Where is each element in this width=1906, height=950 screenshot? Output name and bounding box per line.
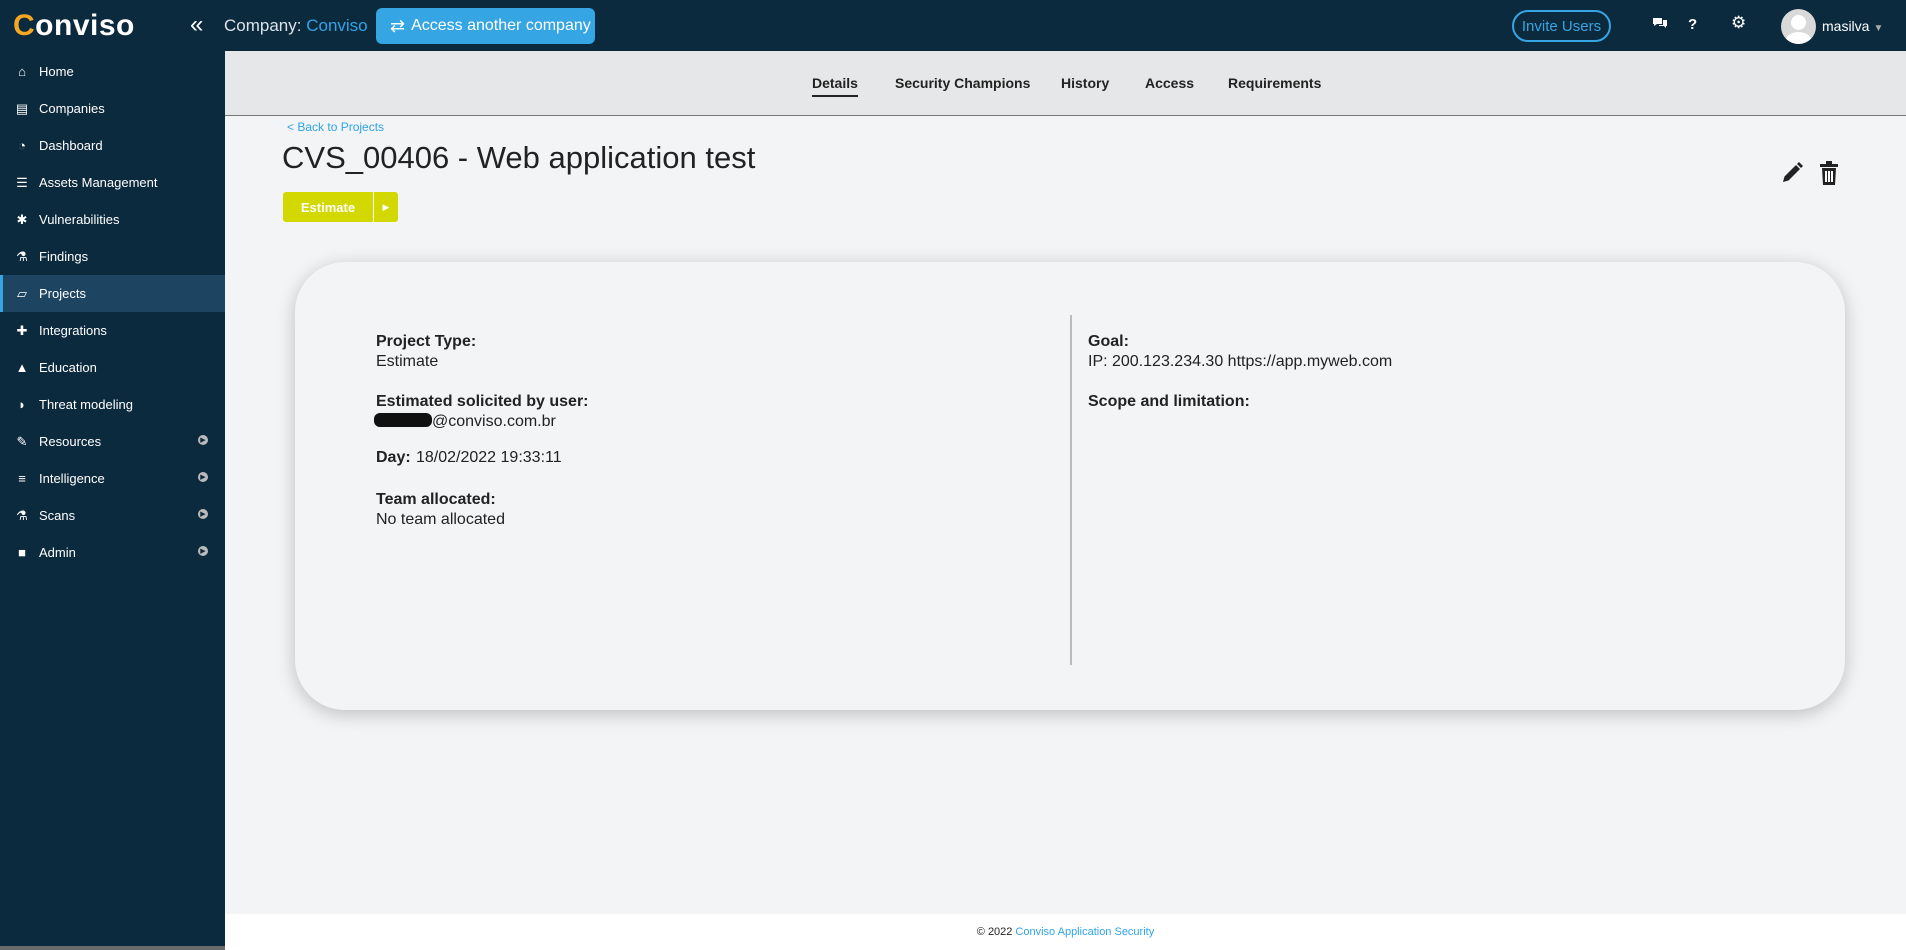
sidebar-item-label: Threat modeling (39, 397, 133, 412)
redacted-username (374, 413, 432, 427)
chevron-down-icon: ▼ (1873, 23, 1884, 34)
tab-history[interactable]: History (1061, 75, 1109, 91)
solicited-by-value: @conviso.com.br (374, 413, 556, 431)
sidebar-item-home[interactable]: ⌂ Home (0, 53, 225, 90)
top-bar: Conviso « Company: Conviso ⇄ Access anot… (0, 0, 1906, 51)
sidebar-item-dashboard[interactable]: ◔ Dashboard (0, 127, 225, 164)
sidebar-item-label: Resources (39, 434, 102, 449)
sidebar-item-scans[interactable]: ⚗ Scans ▶ (0, 497, 225, 534)
expand-arrow-icon[interactable]: ▶ (198, 546, 208, 556)
team-allocated-label: Team allocated: (376, 491, 496, 508)
goal-label: Goal: (1088, 333, 1129, 350)
project-type-value: Estimate (376, 353, 439, 370)
sidebar-item-intelligence[interactable]: ≡ Intelligence ▶ (0, 460, 225, 497)
tab-security-champions[interactable]: Security Champions (895, 75, 1030, 91)
footer-link[interactable]: Conviso Application Security (1015, 926, 1154, 938)
invite-users-button[interactable]: Invite Users (1512, 10, 1611, 42)
column-divider (1070, 315, 1072, 665)
sidebar-item-label: Dashboard (39, 138, 103, 153)
sidebar-item-label: Projects (39, 286, 86, 301)
tab-bar: Details Security Champions History Acces… (225, 51, 1906, 116)
sidebar-item-assets-management[interactable]: ☰ Assets Management (0, 164, 225, 201)
sidebar-item-resources[interactable]: ✎ Resources ▶ (0, 423, 225, 460)
team-allocated-value: No team allocated (376, 511, 505, 528)
tab-details[interactable]: Details (812, 75, 858, 97)
solicited-email-domain: @conviso.com.br (432, 413, 556, 430)
flask-icon: ⚗ (16, 507, 28, 523)
edit-icon[interactable] (1780, 161, 1804, 185)
help-icon[interactable]: ? (1688, 16, 1697, 33)
footer: © 2022 Conviso Application Security (225, 914, 1906, 950)
wrench-icon: ✎ (16, 433, 28, 449)
bottom-strip (0, 946, 225, 950)
settings-icon[interactable]: ⚙ (1731, 13, 1746, 33)
tab-requirements[interactable]: Requirements (1228, 75, 1321, 91)
sidebar-item-findings[interactable]: ⚗ Findings (0, 238, 225, 275)
user-menu[interactable]: masilva ▼ (1822, 18, 1883, 34)
sidebar-item-integrations[interactable]: ✚ Integrations (0, 312, 225, 349)
sidebar-item-threat-modeling[interactable]: ◗ Threat modeling (0, 386, 225, 423)
sidebar-item-label: Integrations (39, 323, 107, 338)
company-indicator: Company: Conviso (224, 16, 368, 36)
building-icon: ▤ (15, 100, 29, 116)
sidebar-item-label: Vulnerabilities (39, 212, 120, 227)
avatar[interactable] (1781, 9, 1816, 44)
conviso-logo[interactable]: Conviso (13, 9, 135, 43)
day-label: Day: (376, 449, 411, 466)
sidebar-item-label: Intelligence (39, 471, 105, 486)
sidebar-item-projects[interactable]: ▱ Projects (0, 275, 225, 312)
tab-access[interactable]: Access (1145, 75, 1194, 91)
estimate-button[interactable]: Estimate (283, 192, 373, 222)
scope-label: Scope and limitation: (1088, 393, 1250, 410)
day-value: 18/02/2022 19:33:11 (416, 449, 562, 466)
bug-icon: ✱ (16, 211, 28, 227)
sidebar-item-label: Admin (39, 545, 76, 560)
caret-right-icon: ▶ (382, 201, 390, 212)
project-type-label: Project Type: (376, 333, 477, 350)
access-another-company-button[interactable]: ⇄ Access another company (376, 8, 595, 44)
sidebar-item-education[interactable]: ▲ Education (0, 349, 225, 386)
flask-icon: ⚗ (16, 248, 28, 264)
server-icon: ☰ (16, 174, 28, 190)
puzzle-icon: ✚ (16, 322, 28, 338)
solicited-by-label: Estimated solicited by user: (376, 393, 589, 410)
expand-arrow-icon[interactable]: ▶ (198, 435, 208, 445)
swap-icon: ⇄ (390, 15, 406, 36)
sidebar-item-label: Education (39, 360, 97, 375)
back-to-projects-link[interactable]: < Back to Projects (287, 120, 384, 134)
company-label: Company: (224, 16, 302, 35)
access-button-label: Access another company (411, 17, 591, 34)
expand-arrow-icon[interactable]: ▶ (198, 472, 208, 482)
sidebar-item-label: Scans (39, 508, 76, 523)
briefcase-icon: ■ (18, 545, 26, 560)
home-icon: ⌂ (18, 64, 26, 79)
dashboard-icon: ◔ (18, 138, 26, 153)
sidebar-item-label: Companies (39, 101, 105, 116)
folder-icon: ▱ (17, 285, 27, 301)
sidebar-item-admin[interactable]: ■ Admin ▶ (0, 534, 225, 571)
username-label: masilva (1822, 18, 1870, 34)
status-split-button: Estimate ▶ (283, 192, 398, 222)
sidebar-item-label: Findings (39, 249, 89, 264)
chat-icon[interactable] (1652, 16, 1668, 35)
shield-icon: ◗ (18, 397, 26, 412)
database-icon: ≡ (18, 471, 26, 486)
trash-icon[interactable] (1818, 161, 1840, 185)
sidebar-item-label: Assets Management (39, 175, 158, 190)
sidebar: ⌂ Home ▤ Companies ◔ Dashboard ☰ Assets Managem… (0, 51, 225, 950)
graduation-icon: ▲ (15, 360, 29, 375)
sidebar-item-companies[interactable]: ▤ Companies (0, 90, 225, 127)
collapse-icon[interactable]: « (190, 13, 203, 37)
page-title: CVS_00406 - Web application test (282, 140, 756, 175)
sidebar-item-label: Home (39, 64, 74, 79)
goal-value: IP: 200.123.234.30 https://app.myweb.com (1088, 353, 1393, 370)
sidebar-item-vulnerabilities[interactable]: ✱ Vulnerabilities (0, 201, 225, 238)
company-name[interactable]: Conviso (306, 16, 367, 35)
expand-arrow-icon[interactable]: ▶ (198, 509, 208, 519)
status-dropdown-toggle[interactable]: ▶ (373, 192, 398, 222)
copyright-text: © 2022 (976, 926, 1013, 938)
